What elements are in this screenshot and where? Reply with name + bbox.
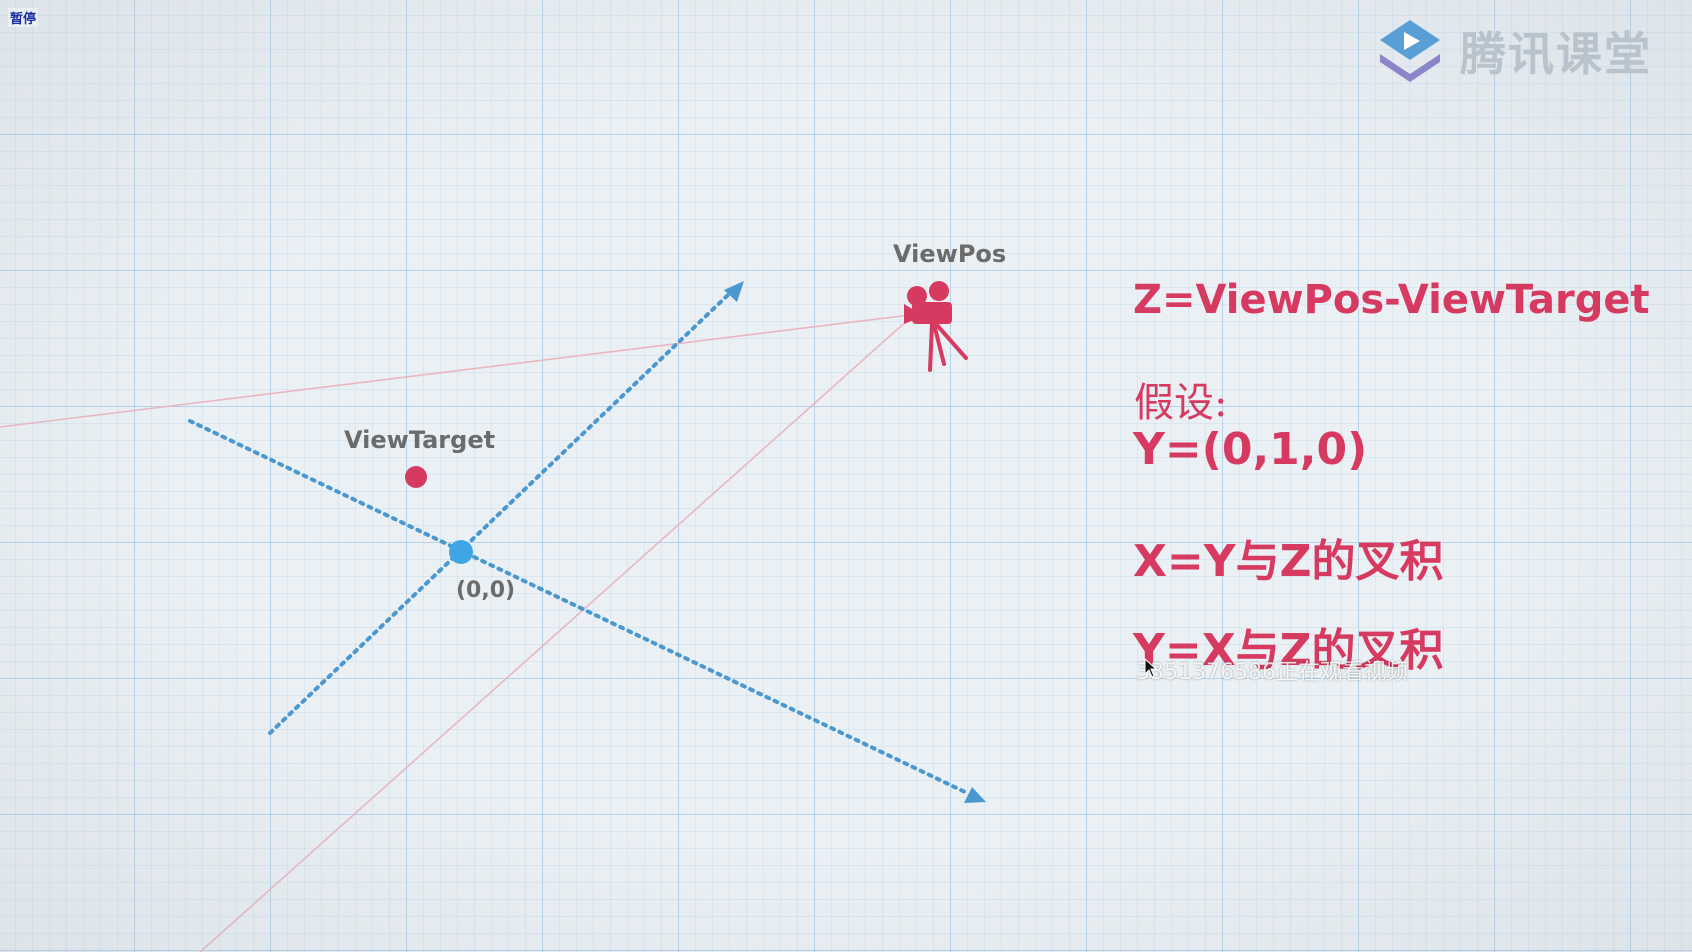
pause-indicator[interactable]: 暂停 — [8, 8, 39, 27]
origin-label: (0,0) — [456, 578, 516, 603]
play-triangle-icon — [1380, 20, 1440, 82]
axis-arrowhead-up-right — [724, 281, 744, 302]
axis-dotted-up-right — [268, 291, 732, 735]
origin-point — [449, 540, 473, 564]
axes-diagram — [0, 281, 986, 952]
axis-dotted-down-right — [188, 419, 967, 794]
y-assumption: Y=(0,1,0) — [1133, 424, 1368, 475]
mouse-cursor-icon — [1144, 658, 1158, 678]
lesson-canvas: 暂停 腾讯课堂 ViewPos ViewTarget (0,0) Z=ViewP… — [0, 0, 1692, 952]
assumption-heading: 假设: — [1134, 380, 1228, 426]
axis-arrowhead-down-right — [964, 787, 986, 803]
view-target-label: ViewTarget — [344, 426, 496, 454]
logo-text: 腾讯课堂 — [1460, 27, 1652, 81]
guide-line-horizontal — [0, 314, 911, 428]
x-definition: X=Y与Z的叉积 — [1133, 536, 1444, 587]
view-pos-label: ViewPos — [893, 240, 1007, 268]
logo: 腾讯课堂 — [1370, 18, 1652, 84]
guide-line-diagonal — [199, 317, 911, 952]
view-target-point — [405, 466, 427, 488]
movie-camera-icon — [904, 281, 968, 372]
z-definition: Z=ViewPos-ViewTarget — [1133, 277, 1650, 323]
viewer-notice: 3351376586正在观看视频 — [1136, 660, 1408, 685]
